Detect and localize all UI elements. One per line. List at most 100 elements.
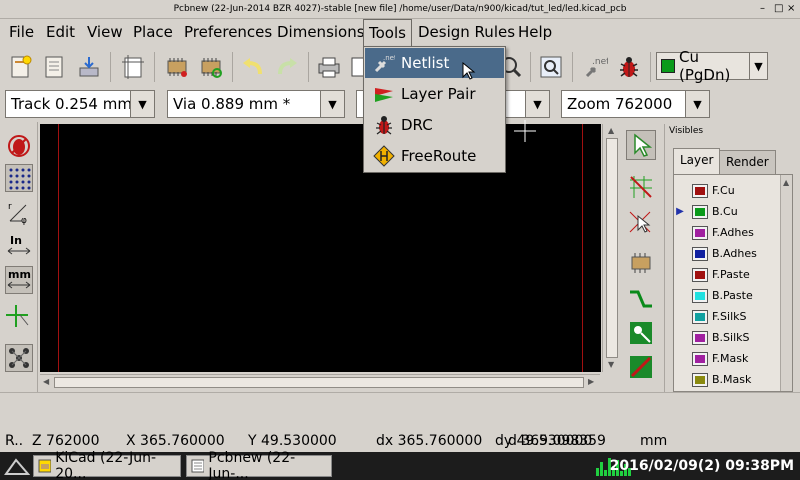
via-size-select[interactable]: Via 0.889 mm * ▼: [167, 90, 345, 118]
new-board-icon[interactable]: [6, 52, 36, 82]
add-module-icon[interactable]: [626, 248, 656, 278]
layer-color-swatch[interactable]: [692, 372, 708, 387]
layer-color-swatch[interactable]: [692, 225, 708, 240]
task-kicad-label: KiCad (22-Jun-20...: [55, 450, 157, 480]
undo-icon[interactable]: [238, 52, 268, 82]
open-board-icon[interactable]: [40, 52, 70, 82]
find-icon[interactable]: [536, 52, 566, 82]
layer-pair-icon: [371, 81, 397, 107]
menu-edit[interactable]: Edit: [41, 19, 80, 46]
layer-row[interactable]: F.Adhes: [674, 222, 782, 243]
local-ratsnest-icon[interactable]: [626, 206, 656, 236]
task-kicad[interactable]: KiCad (22-Jun-20...: [33, 450, 181, 480]
mm-units-icon[interactable]: mm: [5, 266, 33, 294]
scroll-up-icon[interactable]: ▲: [608, 126, 614, 135]
layer-color-fill: [695, 354, 705, 363]
scrollbar-thumb[interactable]: [606, 138, 618, 358]
module-editor-icon[interactable]: [162, 52, 192, 82]
grid-toggle-icon[interactable]: [5, 164, 33, 192]
layer-color-swatch[interactable]: [692, 183, 708, 198]
add-keepout-icon[interactable]: [626, 352, 656, 382]
zoom-select[interactable]: Zoom 762000 ▼: [561, 90, 710, 118]
module-viewer-icon[interactable]: [196, 52, 226, 82]
layer-row[interactable]: F.Cu: [674, 180, 782, 201]
chevron-down-icon: ▼: [320, 91, 344, 117]
layer-name: F.Cu: [712, 184, 735, 197]
menu-design-rules[interactable]: Design Rules: [413, 19, 520, 46]
save-board-icon[interactable]: [74, 52, 104, 82]
scroll-up-icon[interactable]: ▲: [783, 178, 789, 187]
layer-row[interactable]: F.SilkS: [674, 306, 782, 327]
scrollbar-thumb[interactable]: [54, 377, 584, 388]
layer-color-swatch[interactable]: [692, 288, 708, 303]
menu-view[interactable]: View: [82, 19, 128, 46]
redo-icon[interactable]: [272, 52, 302, 82]
scroll-down-icon[interactable]: ▼: [608, 360, 614, 369]
menu-dimensions[interactable]: Dimensions: [272, 19, 370, 46]
layer-list-scrollbar[interactable]: ▲: [780, 175, 792, 391]
canvas-vertical-scrollbar[interactable]: ▲ ▼: [602, 124, 620, 372]
layer-color-swatch[interactable]: [692, 267, 708, 282]
menu-item-layer-pair[interactable]: Layer Pair: [365, 79, 504, 109]
layer-color-swatch[interactable]: [692, 204, 708, 219]
via-size-value: Via 0.889 mm *: [173, 95, 291, 113]
drc-tool-icon[interactable]: [614, 52, 644, 82]
kicad-app-icon: [38, 459, 52, 473]
layer-color-swatch[interactable]: [692, 246, 708, 261]
layer-color-swatch[interactable]: [692, 330, 708, 345]
scroll-left-icon[interactable]: ◀: [43, 377, 49, 386]
layer-row[interactable]: F.Mask: [674, 348, 782, 369]
tab-render[interactable]: Render: [719, 150, 776, 174]
track-width-select[interactable]: Track 0.254 mm * ▼: [5, 90, 155, 118]
layer-row[interactable]: B.SilkS: [674, 327, 782, 348]
menu-place[interactable]: Place: [128, 19, 178, 46]
toolbar-separator: [154, 52, 155, 82]
drc-bug-icon: [371, 112, 397, 138]
chevron-down-icon: ▼: [525, 91, 549, 117]
close-button[interactable]: ×: [787, 0, 795, 18]
polar-coords-icon[interactable]: rφ: [5, 198, 33, 226]
task-pcbnew-label: Pcbnew (22-Jun-...: [208, 450, 296, 480]
highlight-net-icon[interactable]: [626, 172, 656, 202]
minimize-button[interactable]: –: [760, 0, 765, 18]
menu-item-freeroute[interactable]: FreeRoute: [365, 141, 504, 171]
layer-color-fill: [695, 228, 705, 237]
add-zone-icon[interactable]: [626, 318, 656, 348]
layer-row[interactable]: F.Paste: [674, 264, 782, 285]
chevron-down-icon: ▼: [130, 91, 154, 117]
layer-row[interactable]: ▶ B.Cu: [674, 201, 782, 222]
select-arrow-icon[interactable]: [626, 130, 656, 160]
active-layer-select[interactable]: Cu (PgDn) ▼: [656, 48, 768, 84]
canvas-horizontal-scrollbar[interactable]: ◀ ▶: [40, 374, 600, 390]
menu-item-netlist[interactable]: .net Netlist: [365, 48, 504, 78]
netlist-tool-icon[interactable]: .net: [580, 52, 610, 82]
message-panel: [0, 392, 800, 430]
menu-preferences[interactable]: Preferences: [179, 19, 277, 46]
maximize-button[interactable]: □: [774, 0, 783, 18]
toolbar-separator: [572, 52, 573, 82]
add-track-icon[interactable]: [626, 284, 656, 314]
layer-color-swatch[interactable]: [692, 351, 708, 366]
cursor-shape-icon[interactable]: [5, 302, 33, 330]
layer-row[interactable]: B.Mask: [674, 369, 782, 390]
start-menu-icon[interactable]: [4, 456, 31, 480]
print-icon[interactable]: [314, 52, 344, 82]
pcb-canvas[interactable]: [40, 124, 601, 372]
layer-color-swatch[interactable]: [692, 309, 708, 324]
tab-layer[interactable]: Layer: [673, 148, 721, 174]
menu-item-label: FreeRoute: [401, 147, 477, 165]
drc-off-icon[interactable]: [5, 132, 33, 160]
menu-help[interactable]: Help: [513, 19, 557, 46]
task-pcbnew[interactable]: Pcbnew (22-Jun-...: [186, 450, 332, 480]
page-settings-icon[interactable]: [118, 52, 148, 82]
scroll-right-icon[interactable]: ▶: [588, 377, 594, 386]
menu-tools[interactable]: Tools: [363, 19, 412, 46]
layer-row[interactable]: B.Adhes: [674, 243, 782, 264]
ratsnest-icon[interactable]: [5, 344, 33, 372]
layer-row[interactable]: B.Paste: [674, 285, 782, 306]
menu-item-label: Netlist: [401, 54, 450, 72]
menu-file[interactable]: File: [4, 19, 39, 46]
inch-units-icon[interactable]: In: [5, 232, 33, 260]
layer-color-fill: [695, 375, 705, 384]
menu-item-drc[interactable]: DRC: [365, 110, 504, 140]
